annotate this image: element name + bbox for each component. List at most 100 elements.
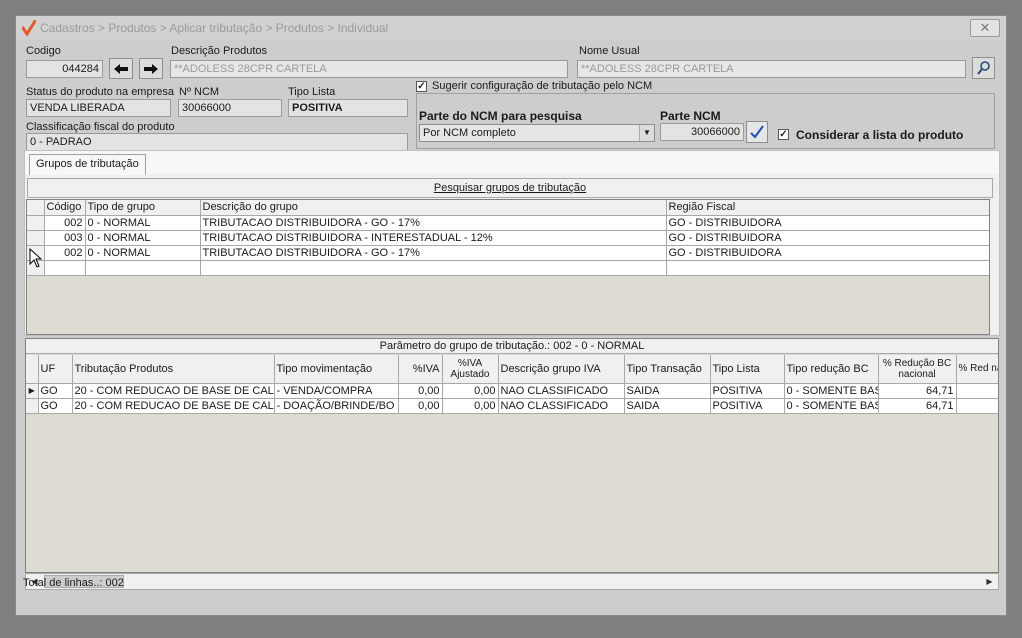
cell-descricao[interactable]: TRIBUTACAO DISTRIBUIDORA - GO - 17% <box>200 245 667 261</box>
considerar-label: Considerar a lista do produto <box>796 128 964 142</box>
parte-pesquisa-value: Por NCM completo <box>423 127 516 139</box>
cell-codigo[interactable]: 003 <box>44 230 86 246</box>
cell-grupo-iva[interactable]: NAO CLASSIFICADO <box>498 398 625 414</box>
search-button[interactable] <box>972 57 995 79</box>
status-label: Status do produto na empresa <box>26 86 174 98</box>
cell-iva-ajustado[interactable]: 0,00 <box>442 383 499 399</box>
next-button[interactable] <box>139 58 163 79</box>
cell-lista[interactable]: POSITIVA <box>710 398 785 414</box>
cell-iva[interactable]: 0,00 <box>398 383 443 399</box>
params-header-red-nac[interactable]: % Red nac <box>956 355 998 384</box>
cell-reducao-nacional[interactable]: 64,71 <box>878 383 957 399</box>
cell-empty[interactable] <box>85 260 201 276</box>
confirm-ncm-button[interactable] <box>746 121 768 143</box>
groups-header-descricao[interactable]: Descrição do grupo <box>200 200 667 216</box>
params-header-iva-ajustado[interactable]: %IVA Ajustado <box>442 355 499 384</box>
cell-tipo[interactable]: 0 - NORMAL <box>85 230 201 246</box>
cell-transacao[interactable]: SAIDA <box>624 398 711 414</box>
row-indicator[interactable] <box>27 215 45 231</box>
cell-reducao-nacional[interactable]: 64,71 <box>878 398 957 414</box>
cell-uf[interactable]: GO <box>38 398 73 414</box>
status-field[interactable]: VENDA LIBERADA <box>26 99 171 117</box>
cell-empty[interactable] <box>956 383 998 399</box>
params-header-movimentacao[interactable]: Tipo movimentação <box>274 355 399 384</box>
cell-uf[interactable]: GO <box>38 383 73 399</box>
table-row[interactable]: 002 0 - NORMAL TRIBUTACAO DISTRIBUIDORA … <box>27 215 989 231</box>
groups-header-indicator <box>27 200 45 216</box>
cell-descricao[interactable]: TRIBUTACAO DISTRIBUIDORA - GO - 17% <box>200 215 667 231</box>
total-linhas-label: Total de linhas..: 002 <box>23 577 124 589</box>
ncm-field[interactable]: 30066000 <box>178 99 282 117</box>
groups-header-regiao[interactable]: Região Fiscal <box>666 200 989 216</box>
classificacao-field[interactable]: 0 - PADRAO <box>26 133 408 151</box>
parte-ncm-label: Parte NCM <box>660 109 721 123</box>
close-button[interactable]: ✕ <box>970 19 1000 37</box>
tab-grupos-tributacao[interactable]: Grupos de tributação <box>29 154 146 175</box>
params-caption: Parâmetro do grupo de tributação.: 002 -… <box>26 339 998 354</box>
nome-usual-field[interactable]: **ADOLESS 28CPR CARTELA <box>577 60 966 78</box>
row-indicator[interactable] <box>27 230 45 246</box>
codigo-field[interactable]: 044284 <box>26 60 103 78</box>
tab-panel: Grupos de tributação Pesquisar grupos de… <box>24 150 1000 336</box>
table-row[interactable]: GO 20 - COM REDUCAO DE BASE DE CALC - DO… <box>26 398 998 414</box>
cell-tipo[interactable]: 0 - NORMAL <box>85 245 201 261</box>
tipo-lista-field[interactable]: POSITIVA <box>288 99 408 117</box>
cell-empty[interactable] <box>200 260 667 276</box>
cell-transacao[interactable]: SAIDA <box>624 383 711 399</box>
cell-iva[interactable]: 0,00 <box>398 398 443 414</box>
cell-empty[interactable] <box>956 398 998 414</box>
params-header-iva[interactable]: %IVA <box>398 355 443 384</box>
row-pointer-icon[interactable]: ▶ <box>26 383 39 399</box>
sugerir-checkbox[interactable]: ✓ <box>416 81 427 92</box>
params-header-reducao-tipo[interactable]: Tipo redução BC <box>784 355 879 384</box>
cell-movimentacao[interactable]: - DOAÇÃO/BRINDE/BO <box>274 398 399 414</box>
scroll-right-icon[interactable]: ▶ <box>981 574 998 589</box>
cell-empty[interactable] <box>666 260 989 276</box>
cell-regiao[interactable]: GO - DISTRIBUIDORA <box>666 215 989 231</box>
params-header-reducao-nacional[interactable]: % Redução BC nacional <box>878 355 957 384</box>
table-row[interactable]: 003 0 - NORMAL TRIBUTACAO DISTRIBUIDORA … <box>27 230 989 246</box>
cell-lista[interactable]: POSITIVA <box>710 383 785 399</box>
parte-ncm-field[interactable]: 30066000 <box>660 123 744 141</box>
cell-grupo-iva[interactable]: NAO CLASSIFICADO <box>498 383 625 399</box>
params-header-tributacao[interactable]: Tributação Produtos <box>72 355 275 384</box>
parte-pesquisa-select[interactable]: Por NCM completo ▼ <box>419 124 655 142</box>
cell-regiao[interactable]: GO - DISTRIBUIDORA <box>666 230 989 246</box>
sugerir-label: Sugerir configuração de tributação pelo … <box>432 80 653 92</box>
horizontal-scrollbar[interactable]: ◀ ▶ <box>25 573 999 590</box>
cell-movimentacao[interactable]: - VENDA/COMPRA <box>274 383 399 399</box>
cell-reducao-tipo[interactable]: 0 - SOMENTE BAS <box>784 383 879 399</box>
descricao-label: Descrição Produtos <box>171 45 267 57</box>
params-grid: Parâmetro do grupo de tributação.: 002 -… <box>25 338 999 573</box>
row-indicator[interactable] <box>26 398 39 414</box>
table-row-new[interactable] <box>27 260 989 276</box>
params-header-grupo-iva[interactable]: Descrição grupo IVA <box>498 355 625 384</box>
cell-descricao[interactable]: TRIBUTACAO DISTRIBUIDORA - INTERESTADUAL… <box>200 230 667 246</box>
cell-reducao-tipo[interactable]: 0 - SOMENTE BAS <box>784 398 879 414</box>
cell-tributacao[interactable]: 20 - COM REDUCAO DE BASE DE CALC <box>72 398 275 414</box>
groups-grid: Código Tipo de grupo Descrição do grupo … <box>26 199 990 335</box>
chevron-down-icon[interactable]: ▼ <box>639 125 654 141</box>
cell-codigo[interactable]: 002 <box>44 215 86 231</box>
cell-empty[interactable] <box>44 260 86 276</box>
groups-header-codigo[interactable]: Código <box>44 200 86 216</box>
title-bar: Cadastros > Produtos > Aplicar tributaçã… <box>16 16 1006 40</box>
descricao-field[interactable]: **ADOLESS 28CPR CARTELA <box>170 60 568 78</box>
previous-button[interactable] <box>109 58 133 79</box>
table-row[interactable]: ▶ GO 20 - COM REDUCAO DE BASE DE CALC - … <box>26 383 998 399</box>
considerar-checkbox[interactable]: ✓ <box>778 129 789 140</box>
params-header-transacao[interactable]: Tipo Transação <box>624 355 711 384</box>
main-window: Cadastros > Produtos > Aplicar tributaçã… <box>15 15 1007 616</box>
params-header-lista[interactable]: Tipo Lista <box>710 355 785 384</box>
cell-iva-ajustado[interactable]: 0,00 <box>442 398 499 414</box>
ncm-label: Nº NCM <box>179 86 220 98</box>
cell-tipo[interactable]: 0 - NORMAL <box>85 215 201 231</box>
pesquisar-grupos-button[interactable]: Pesquisar grupos de tributação <box>27 178 993 198</box>
groups-header-tipo[interactable]: Tipo de grupo <box>85 200 201 216</box>
arrow-right-icon <box>144 63 158 74</box>
params-header-uf[interactable]: UF <box>38 355 73 384</box>
cell-tributacao[interactable]: 20 - COM REDUCAO DE BASE DE CALC <box>72 383 275 399</box>
cell-regiao[interactable]: GO - DISTRIBUIDORA <box>666 245 989 261</box>
cell-codigo[interactable]: 002 <box>44 245 86 261</box>
table-row[interactable]: 002 0 - NORMAL TRIBUTACAO DISTRIBUIDORA … <box>27 245 989 261</box>
